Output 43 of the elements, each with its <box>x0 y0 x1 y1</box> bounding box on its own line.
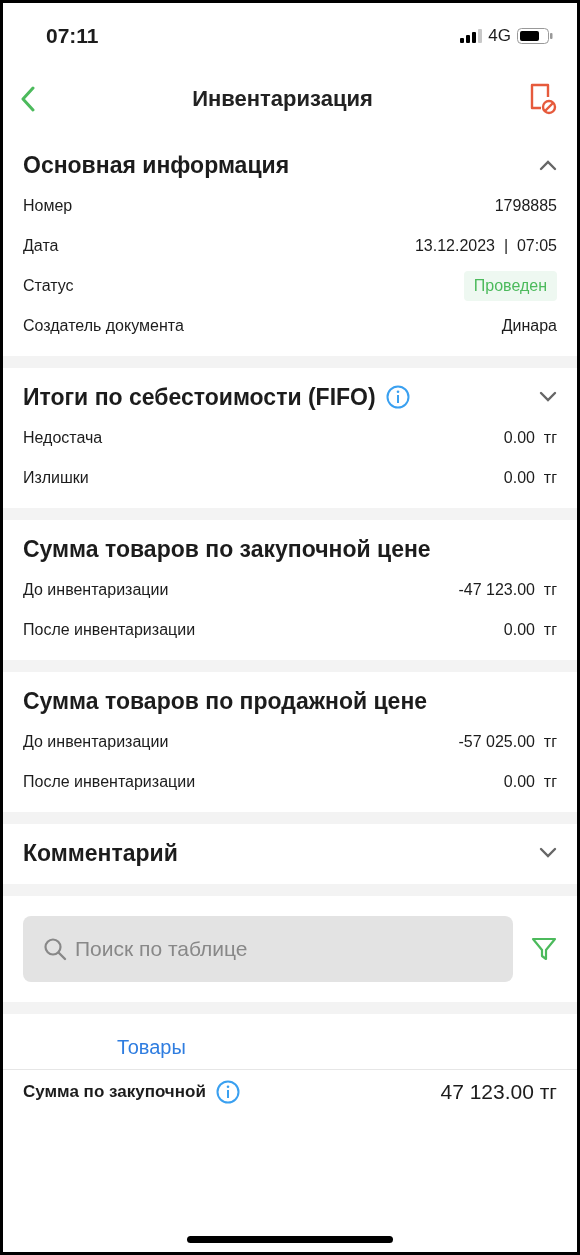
search-field[interactable]: Поиск по таблице <box>23 916 513 982</box>
field-label: После инвентаризации <box>23 773 196 791</box>
field-label: Дата <box>23 237 59 255</box>
info-icon[interactable] <box>215 1080 240 1104</box>
status-time: 07:11 <box>46 23 99 48</box>
back-icon[interactable] <box>20 86 36 112</box>
field-label: До инвентаризации <box>23 581 169 599</box>
section-title: Основная информация <box>23 151 290 179</box>
chevron-down-icon[interactable] <box>539 391 557 403</box>
status-badge: Проведен <box>463 271 557 301</box>
field-value: 0.00 тг <box>503 621 557 639</box>
field-value: 1798885 <box>494 197 557 215</box>
network-label: 4G <box>488 25 511 46</box>
battery-icon <box>517 27 553 44</box>
field-label: Недостача <box>23 429 103 447</box>
field-label: Излишки <box>23 469 89 487</box>
section-title: Сумма товаров по закупочной цене <box>23 535 431 563</box>
field-value: 0.00 тг <box>503 469 557 487</box>
chevron-down-icon[interactable] <box>539 847 557 859</box>
field-label: Номер <box>23 197 73 215</box>
summary-value: 47 123.00 тг <box>440 1080 557 1104</box>
field-value: 13.12.2023 | 07:05 <box>414 237 557 255</box>
signal-icon <box>460 28 483 43</box>
section-title: Итоги по себестоимости (FIFO) <box>23 383 376 411</box>
field-label: Создатель документа <box>23 317 184 335</box>
summary-label: Сумма по закупочной <box>23 1082 206 1102</box>
field-value: -57 025.00 тг <box>458 733 557 751</box>
section-title: Сумма товаров по продажной цене <box>23 687 428 715</box>
field-label: Статус <box>23 277 74 295</box>
field-value: Динара <box>501 317 557 335</box>
chevron-up-icon[interactable] <box>539 159 557 171</box>
document-cancel-icon[interactable] <box>529 83 557 115</box>
field-value: 0.00 тг <box>503 429 557 447</box>
tab[interactable]: Товары <box>81 1014 222 1069</box>
search-icon <box>43 937 67 961</box>
section-title: Комментарий <box>23 839 178 867</box>
field-label: До инвентаризации <box>23 733 169 751</box>
info-icon[interactable] <box>385 385 410 409</box>
field-value: 0.00 тг <box>503 773 557 791</box>
filter-icon[interactable] <box>531 936 557 962</box>
field-label: После инвентаризации <box>23 621 196 639</box>
screen-title: Инвентаризация <box>192 86 373 112</box>
field-value: -47 123.00 тг <box>458 581 557 599</box>
